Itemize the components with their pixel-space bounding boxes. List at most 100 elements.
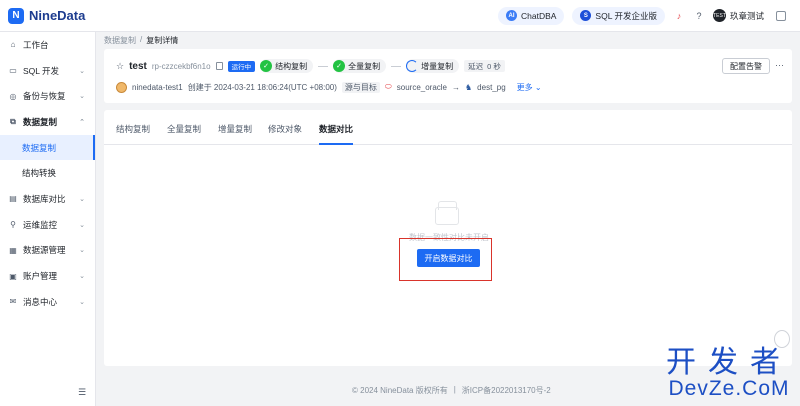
active-tab-indicator — [319, 143, 353, 145]
sidebar-item-datasource[interactable]: ▦ 数据源管理 ⌄ — [0, 238, 95, 264]
layout-toggle-icon[interactable] — [776, 10, 786, 21]
watermark: 开发者 DevZe.CoM — [666, 348, 792, 400]
tab-modify-objects[interactable]: 修改对象 — [268, 123, 302, 135]
source-target-label: 源与目标 — [341, 81, 380, 93]
collapse-sidebar-icon[interactable]: ☰ — [78, 387, 86, 398]
chevron-down-icon: ⌄ — [79, 273, 85, 281]
chatdba-label: ChatDBA — [520, 10, 557, 21]
step-full-replication: ✓ 全量复制 — [333, 59, 387, 73]
sidebar-item-data-replication[interactable]: 数据复制 — [0, 134, 95, 161]
more-options-icon[interactable]: ··· — [775, 60, 784, 70]
sidebar-item-label: 账户管理 — [23, 271, 58, 282]
chatdba-button[interactable]: AI ChatDBA — [497, 6, 565, 25]
app-logo[interactable]: N NineData — [8, 7, 86, 24]
target-name[interactable]: dest_pg — [477, 83, 505, 92]
chevron-down-icon: ⌄ — [79, 298, 85, 306]
help-icon[interactable]: ? — [693, 10, 705, 22]
postgres-icon: ♞ — [465, 82, 473, 92]
sidebar-item-messages[interactable]: ✉ 消息中心 ⌄ — [0, 289, 95, 315]
oracle-icon: ⬭ — [384, 82, 392, 91]
icp-link[interactable]: 浙ICP备2022013170号-2 — [462, 385, 551, 396]
check-circle-icon: ✓ — [333, 60, 346, 72]
breadcrumb-current: 复制详情 — [146, 36, 179, 45]
step-connector — [391, 65, 402, 67]
sql-edition-label: SQL 开发企业版 — [595, 10, 657, 21]
more-link[interactable]: 更多 ⌄ — [517, 82, 542, 93]
chevron-down-icon: ⌄ — [79, 195, 85, 203]
copy-icon[interactable] — [215, 62, 223, 70]
step-label: 结构复制 — [275, 61, 308, 71]
source-name[interactable]: source_oracle — [397, 83, 447, 92]
breadcrumb-separator: / — [140, 35, 143, 44]
monitor-icon: ⚲ — [10, 220, 16, 230]
step-label: 增量复制 — [421, 61, 454, 71]
chevron-down-icon: ⌄ — [79, 67, 85, 75]
task-title-row: ☆ test rp-czzcekbf6n1o 运行中 ✓ 结构复制 ✓ 全量复制… — [116, 59, 505, 73]
task-name: test — [129, 60, 147, 72]
loading-spinner-icon — [406, 60, 419, 72]
sidebar-item-label: SQL 开发 — [23, 65, 60, 76]
code-icon: ▭ — [9, 66, 17, 76]
more-link-label: 更多 — [516, 82, 533, 92]
sidebar-item-label: 结构转换 — [22, 168, 57, 179]
creator-avatar — [116, 81, 127, 93]
tab-incremental-replication[interactable]: 增量复制 — [218, 123, 252, 135]
sidebar-item-replication[interactable]: ⧉ 数据复制 ⌃ — [0, 109, 95, 135]
watermark-top: 开发者 — [666, 345, 792, 380]
top-bar: N NineData AI ChatDBA S SQL 开发企业版 ♪ ? TE… — [0, 0, 800, 32]
chevron-up-icon: ⌃ — [79, 118, 85, 126]
sidebar-item-label: 数据源管理 — [23, 245, 66, 256]
content-card: 结构复制 全量复制 增量复制 修改对象 数据对比 数据一致性对比未开启 开启数据… — [104, 110, 792, 366]
step-incremental-replication: 增量复制 — [406, 59, 460, 73]
detail-tabs: 结构复制 全量复制 增量复制 修改对象 数据对比 — [104, 110, 792, 145]
check-circle-icon: ✓ — [260, 60, 273, 72]
sidebar-item-workbench[interactable]: ⌂ 工作台 — [0, 32, 95, 58]
sidebar-item-sql-dev[interactable]: ▭ SQL 开发 ⌄ — [0, 58, 95, 84]
sidebar-item-label: 备份与恢复 — [23, 91, 66, 102]
compare-icon: ▤ — [9, 194, 17, 204]
task-header-card: ☆ test rp-czzcekbf6n1o 运行中 ✓ 结构复制 ✓ 全量复制… — [104, 49, 792, 103]
config-alert-button[interactable]: 配置告警 — [722, 58, 770, 74]
sidebar-item-label: 数据库对比 — [23, 193, 66, 204]
sidebar-item-account[interactable]: ▣ 账户管理 ⌄ — [0, 263, 95, 289]
sidebar-item-monitoring[interactable]: ⚲ 运维监控 ⌄ — [0, 212, 95, 238]
breadcrumb-parent[interactable]: 数据复制 — [104, 35, 136, 46]
step-connector — [318, 65, 329, 67]
ninedata-logo-icon: N — [8, 7, 24, 24]
account-icon: ▣ — [9, 271, 17, 281]
sidebar-item-db-compare[interactable]: ▤ 数据库对比 ⌄ — [0, 186, 95, 212]
enable-data-compare-button[interactable]: 开启数据对比 — [417, 249, 480, 267]
app-name: NineData — [29, 8, 86, 23]
delay-badge: 延迟 0 秒 — [464, 60, 505, 72]
sidebar-item-schema-conversion[interactable]: 结构转换 — [0, 160, 95, 186]
tab-schema-replication[interactable]: 结构复制 — [116, 123, 150, 135]
delay-label: 延迟 — [468, 61, 484, 71]
status-badge: 运行中 — [227, 60, 256, 72]
sidebar-item-label: 运维监控 — [23, 219, 58, 230]
step-label: 全量复制 — [348, 61, 381, 71]
star-icon[interactable]: ☆ — [116, 61, 124, 72]
backup-icon: ◎ — [9, 91, 17, 101]
user-name: 玖章测试 — [729, 10, 764, 21]
sidebar-item-label: 数据复制 — [23, 116, 58, 127]
sql-edition-button[interactable]: S SQL 开发企业版 — [572, 6, 665, 25]
breadcrumb: 数据复制 / 复制详情 — [104, 35, 178, 46]
user-menu[interactable]: TEST 玖章测试 — [712, 9, 764, 22]
chatdba-icon: AI — [505, 10, 517, 21]
footer-separator: | — [453, 385, 456, 394]
chevron-down-icon: ⌄ — [79, 247, 85, 255]
watermark-bottom: DevZe.CoM — [668, 377, 790, 400]
sidebar-item-label: 工作台 — [23, 39, 49, 50]
task-id: rp-czzcekbf6n1o — [151, 61, 211, 71]
notification-icon[interactable]: ♪ — [673, 10, 685, 22]
tab-data-compare[interactable]: 数据对比 — [319, 123, 353, 135]
chevron-down-icon: ⌄ — [534, 82, 542, 92]
message-icon: ✉ — [9, 297, 17, 307]
chevron-down-icon: ⌄ — [79, 93, 85, 101]
tab-full-replication[interactable]: 全量复制 — [167, 123, 201, 135]
home-icon: ⌂ — [10, 40, 16, 50]
replication-icon: ⧉ — [10, 116, 16, 126]
task-meta-row: ninedata-test1 创建于 2024-03-21 18:06:24(U… — [116, 81, 542, 93]
empty-inbox-icon — [435, 201, 459, 225]
sidebar-item-backup[interactable]: ◎ 备份与恢复 ⌄ — [0, 83, 95, 109]
